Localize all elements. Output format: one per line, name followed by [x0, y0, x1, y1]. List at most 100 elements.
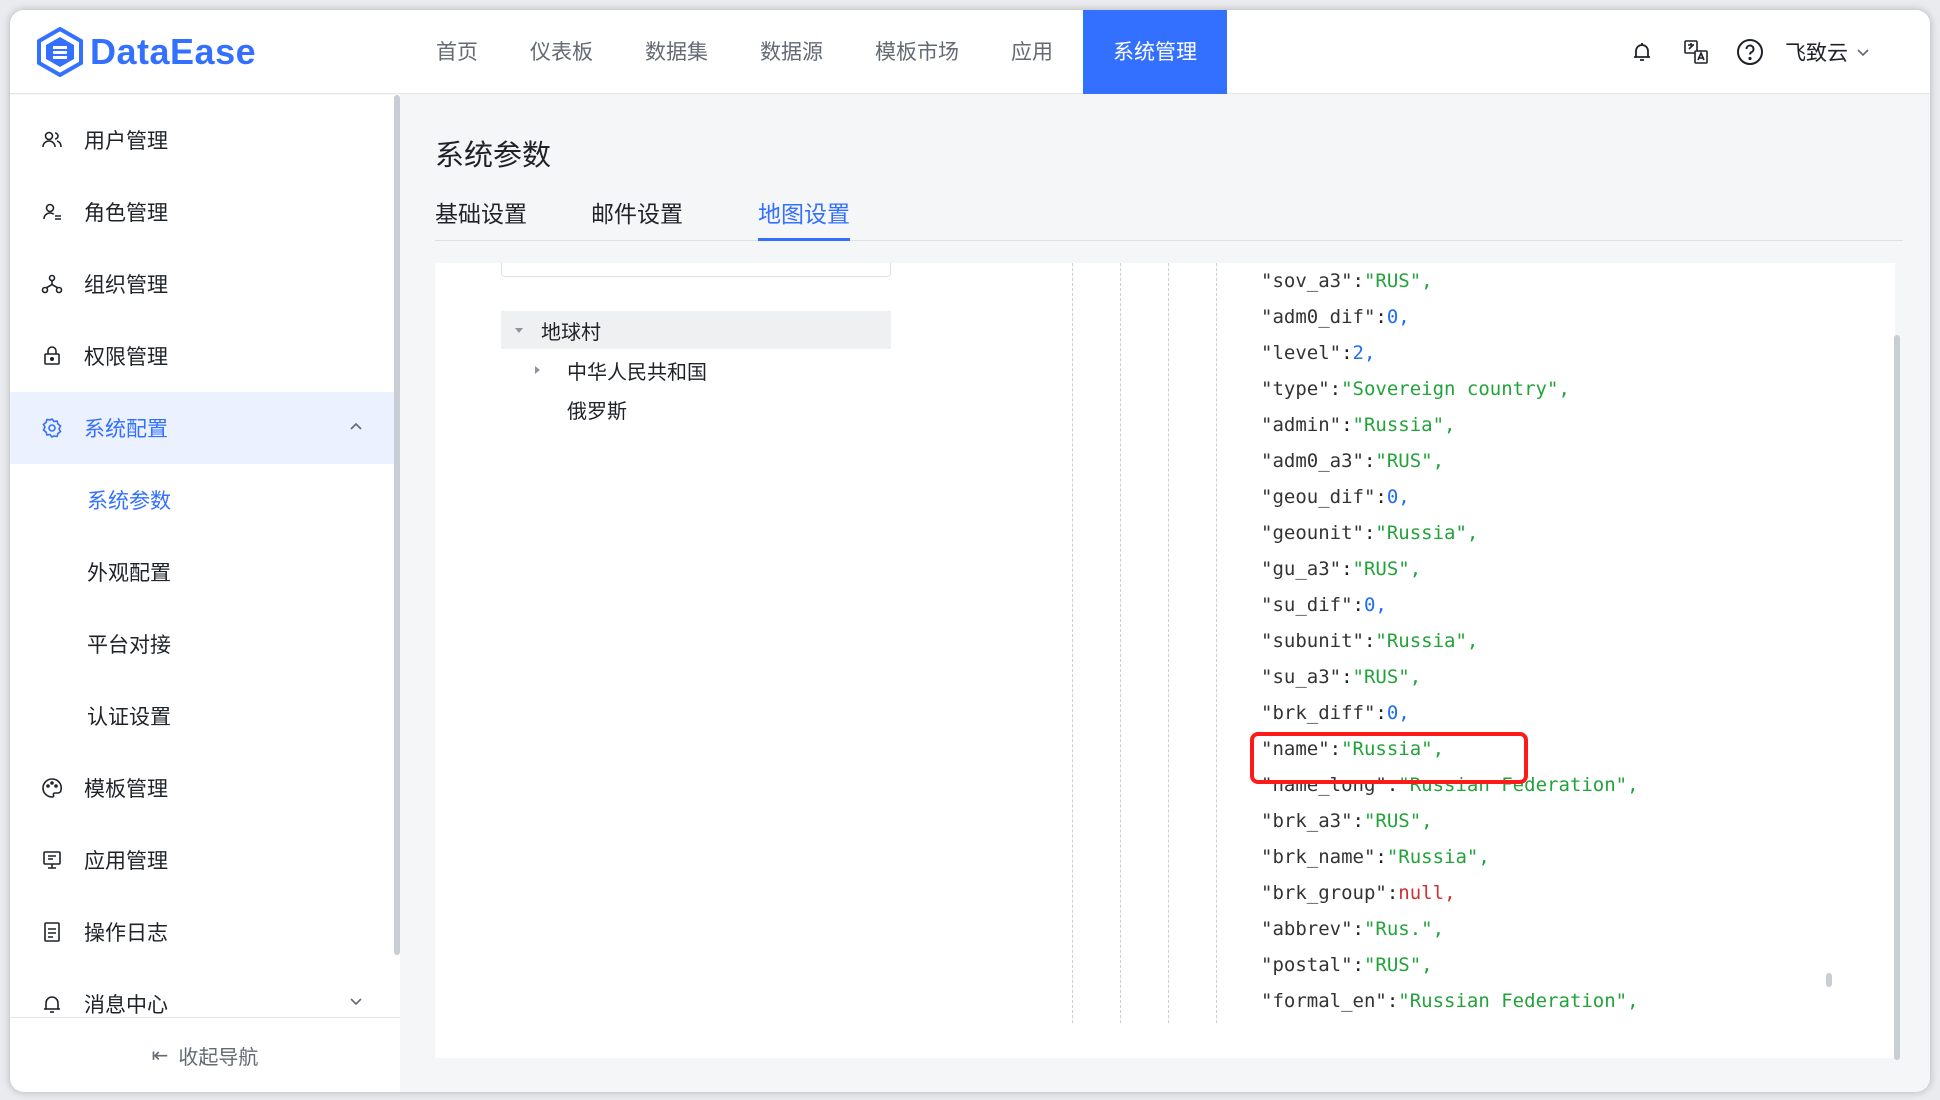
json-key: "adm0_a3" — [1261, 450, 1364, 472]
tab-basic-settings[interactable]: 基础设置 — [435, 195, 527, 241]
code-line: "brk_a3":"RUS", — [1261, 810, 1433, 832]
code-line: "geounit":"Russia", — [1261, 522, 1479, 544]
json-key: "gu_a3" — [1261, 558, 1342, 580]
code-line: "abbrev":"Rus.", — [1261, 918, 1445, 940]
geojson-code-view[interactable]: "sov_a3":"RUS", "adm0_dif":0, "level":2, "t… — [1261, 263, 1821, 1019]
sidebar-item-apps[interactable]: 应用管理 — [10, 824, 394, 896]
sidebar-item-label: 消息中心 — [84, 993, 168, 1017]
json-value: 0 — [1386, 702, 1399, 724]
palette-icon — [40, 776, 64, 800]
nav-system-management[interactable]: 系统管理 — [1083, 10, 1227, 94]
sidebar-item-label: 模板管理 — [84, 777, 168, 801]
app-window: DataEase 首页 仪表板 数据集 数据源 模板市场 应用 系统管理 飞致云… — [10, 10, 1930, 1092]
sidebar-item-system-config[interactable]: 系统配置 — [10, 392, 394, 464]
nav-dataset[interactable]: 数据集 — [619, 10, 734, 94]
sidebar-item-logs[interactable]: 操作日志 — [10, 896, 394, 968]
code-line: "type":"Sovereign country", — [1261, 378, 1570, 400]
indent-guide — [1168, 263, 1169, 1023]
code-line: "level":2, — [1261, 342, 1376, 364]
json-value: "RUS" — [1352, 558, 1410, 580]
json-value: "RUS" — [1352, 666, 1410, 688]
json-key: "brk_a3" — [1261, 810, 1353, 832]
highlight-annotation-box — [1250, 732, 1528, 784]
nav-template-market[interactable]: 模板市场 — [849, 10, 985, 94]
json-value: 0 — [1386, 306, 1399, 328]
code-scroll-marker — [1826, 973, 1832, 987]
sidebar-subitem-platform[interactable]: 平台对接 — [10, 608, 394, 680]
json-value: "Russia" — [1352, 414, 1445, 436]
tree-node-label: 俄罗斯 — [567, 398, 627, 423]
logo[interactable]: DataEase — [36, 27, 256, 77]
indent-guide — [1216, 263, 1217, 1023]
top-nav: 首页 仪表板 数据集 数据源 模板市场 应用 系统管理 — [410, 10, 1227, 94]
org-icon — [40, 272, 64, 296]
json-value: "Russia" — [1386, 846, 1479, 868]
json-value: "RUS" — [1363, 810, 1422, 832]
json-key: "abbrev" — [1261, 918, 1353, 940]
sidebar-item-label: 应用管理 — [84, 849, 168, 873]
settings-tabs: 基础设置 邮件设置 地图设置 — [435, 195, 1903, 241]
tree-search-input[interactable] — [501, 263, 891, 277]
lock-icon — [40, 344, 64, 368]
nav-home[interactable]: 首页 — [410, 10, 504, 94]
tree-node-china[interactable]: 中华人民共和国 — [527, 351, 707, 389]
tab-email-settings[interactable]: 邮件设置 — [591, 195, 683, 241]
json-value: 2 — [1352, 342, 1364, 364]
indent-guide — [1120, 263, 1121, 1023]
sidebar-item-label: 操作日志 — [84, 921, 168, 945]
json-key: "type" — [1261, 378, 1330, 400]
users-icon — [40, 128, 64, 152]
sidebar-subitem-appearance[interactable]: 外观配置 — [10, 536, 394, 608]
chevron-down-icon — [350, 998, 362, 1006]
help-question-icon[interactable] — [1735, 37, 1765, 67]
code-line: "gu_a3":"RUS", — [1261, 558, 1422, 580]
json-value: 0 — [1386, 486, 1399, 508]
role-icon — [40, 200, 64, 224]
code-line: "brk_group":null, — [1261, 882, 1456, 904]
sidebar-item-org[interactable]: 组织管理 — [10, 248, 394, 320]
caret-right-icon — [535, 366, 540, 374]
collapse-label: 收起导航 — [178, 1044, 259, 1069]
json-value: "Rus." — [1363, 918, 1433, 940]
tree-root-node[interactable]: 地球村 — [501, 311, 891, 349]
json-value: "RUS" — [1363, 954, 1422, 976]
json-key: "brk_diff" — [1261, 702, 1376, 724]
nav-datasource[interactable]: 数据源 — [734, 10, 849, 94]
sidebar-item-templates[interactable]: 模板管理 — [10, 752, 394, 824]
code-line: "brk_diff":0, — [1261, 702, 1410, 724]
nav-apps[interactable]: 应用 — [985, 10, 1079, 94]
tab-map-settings[interactable]: 地图设置 — [758, 195, 850, 241]
logo-text: DataEase — [90, 31, 257, 72]
language-translate-icon[interactable] — [1681, 37, 1711, 67]
sidebar-subitem-system-params[interactable]: 系统参数 — [10, 464, 394, 536]
json-value: "RUS" — [1363, 270, 1422, 292]
sidebar: 用户管理 角色管理 组织管理 权限管理 系统配置 系统参数 外观配置 平台对接 … — [10, 95, 400, 1092]
json-key: "brk_name" — [1261, 846, 1376, 868]
sidebar-item-users[interactable]: 用户管理 — [10, 104, 394, 176]
code-line: "sov_a3":"RUS", — [1261, 270, 1433, 292]
sidebar-item-permissions[interactable]: 权限管理 — [10, 320, 394, 392]
code-line: "adm0_dif":0, — [1261, 306, 1410, 328]
top-header: DataEase 首页 仪表板 数据集 数据源 模板市场 应用 系统管理 飞致云 — [10, 10, 1930, 94]
collapse-nav-button[interactable]: ⇤ 收起导航 — [10, 1017, 400, 1092]
sidebar-item-roles[interactable]: 角色管理 — [10, 176, 394, 248]
code-line: "admin":"Russia", — [1261, 414, 1456, 436]
notification-bell-icon[interactable] — [1627, 37, 1657, 67]
tree-node-russia[interactable]: 俄罗斯 — [527, 390, 627, 428]
json-key: "su_dif" — [1261, 594, 1353, 616]
json-key: "brk_group" — [1261, 882, 1387, 904]
header-actions: 飞致云 — [1603, 10, 1870, 94]
code-line: "brk_name":"Russia", — [1261, 846, 1490, 868]
json-key: "su_a3" — [1261, 666, 1342, 688]
nav-dashboard[interactable]: 仪表板 — [504, 10, 619, 94]
bell-icon — [40, 992, 64, 1016]
json-value: "Russia" — [1375, 630, 1467, 652]
sidebar-scrollbar[interactable] — [394, 95, 400, 955]
json-key: "geounit" — [1261, 522, 1364, 544]
user-menu[interactable]: 飞致云 — [1785, 37, 1870, 67]
sidebar-subitem-auth[interactable]: 认证设置 — [10, 680, 394, 752]
panel-scrollbar[interactable] — [1894, 335, 1900, 1060]
code-line: "geou_dif":0, — [1261, 486, 1410, 508]
dataease-logo-icon — [37, 27, 83, 77]
sidebar-item-label: 用户管理 — [84, 129, 168, 153]
